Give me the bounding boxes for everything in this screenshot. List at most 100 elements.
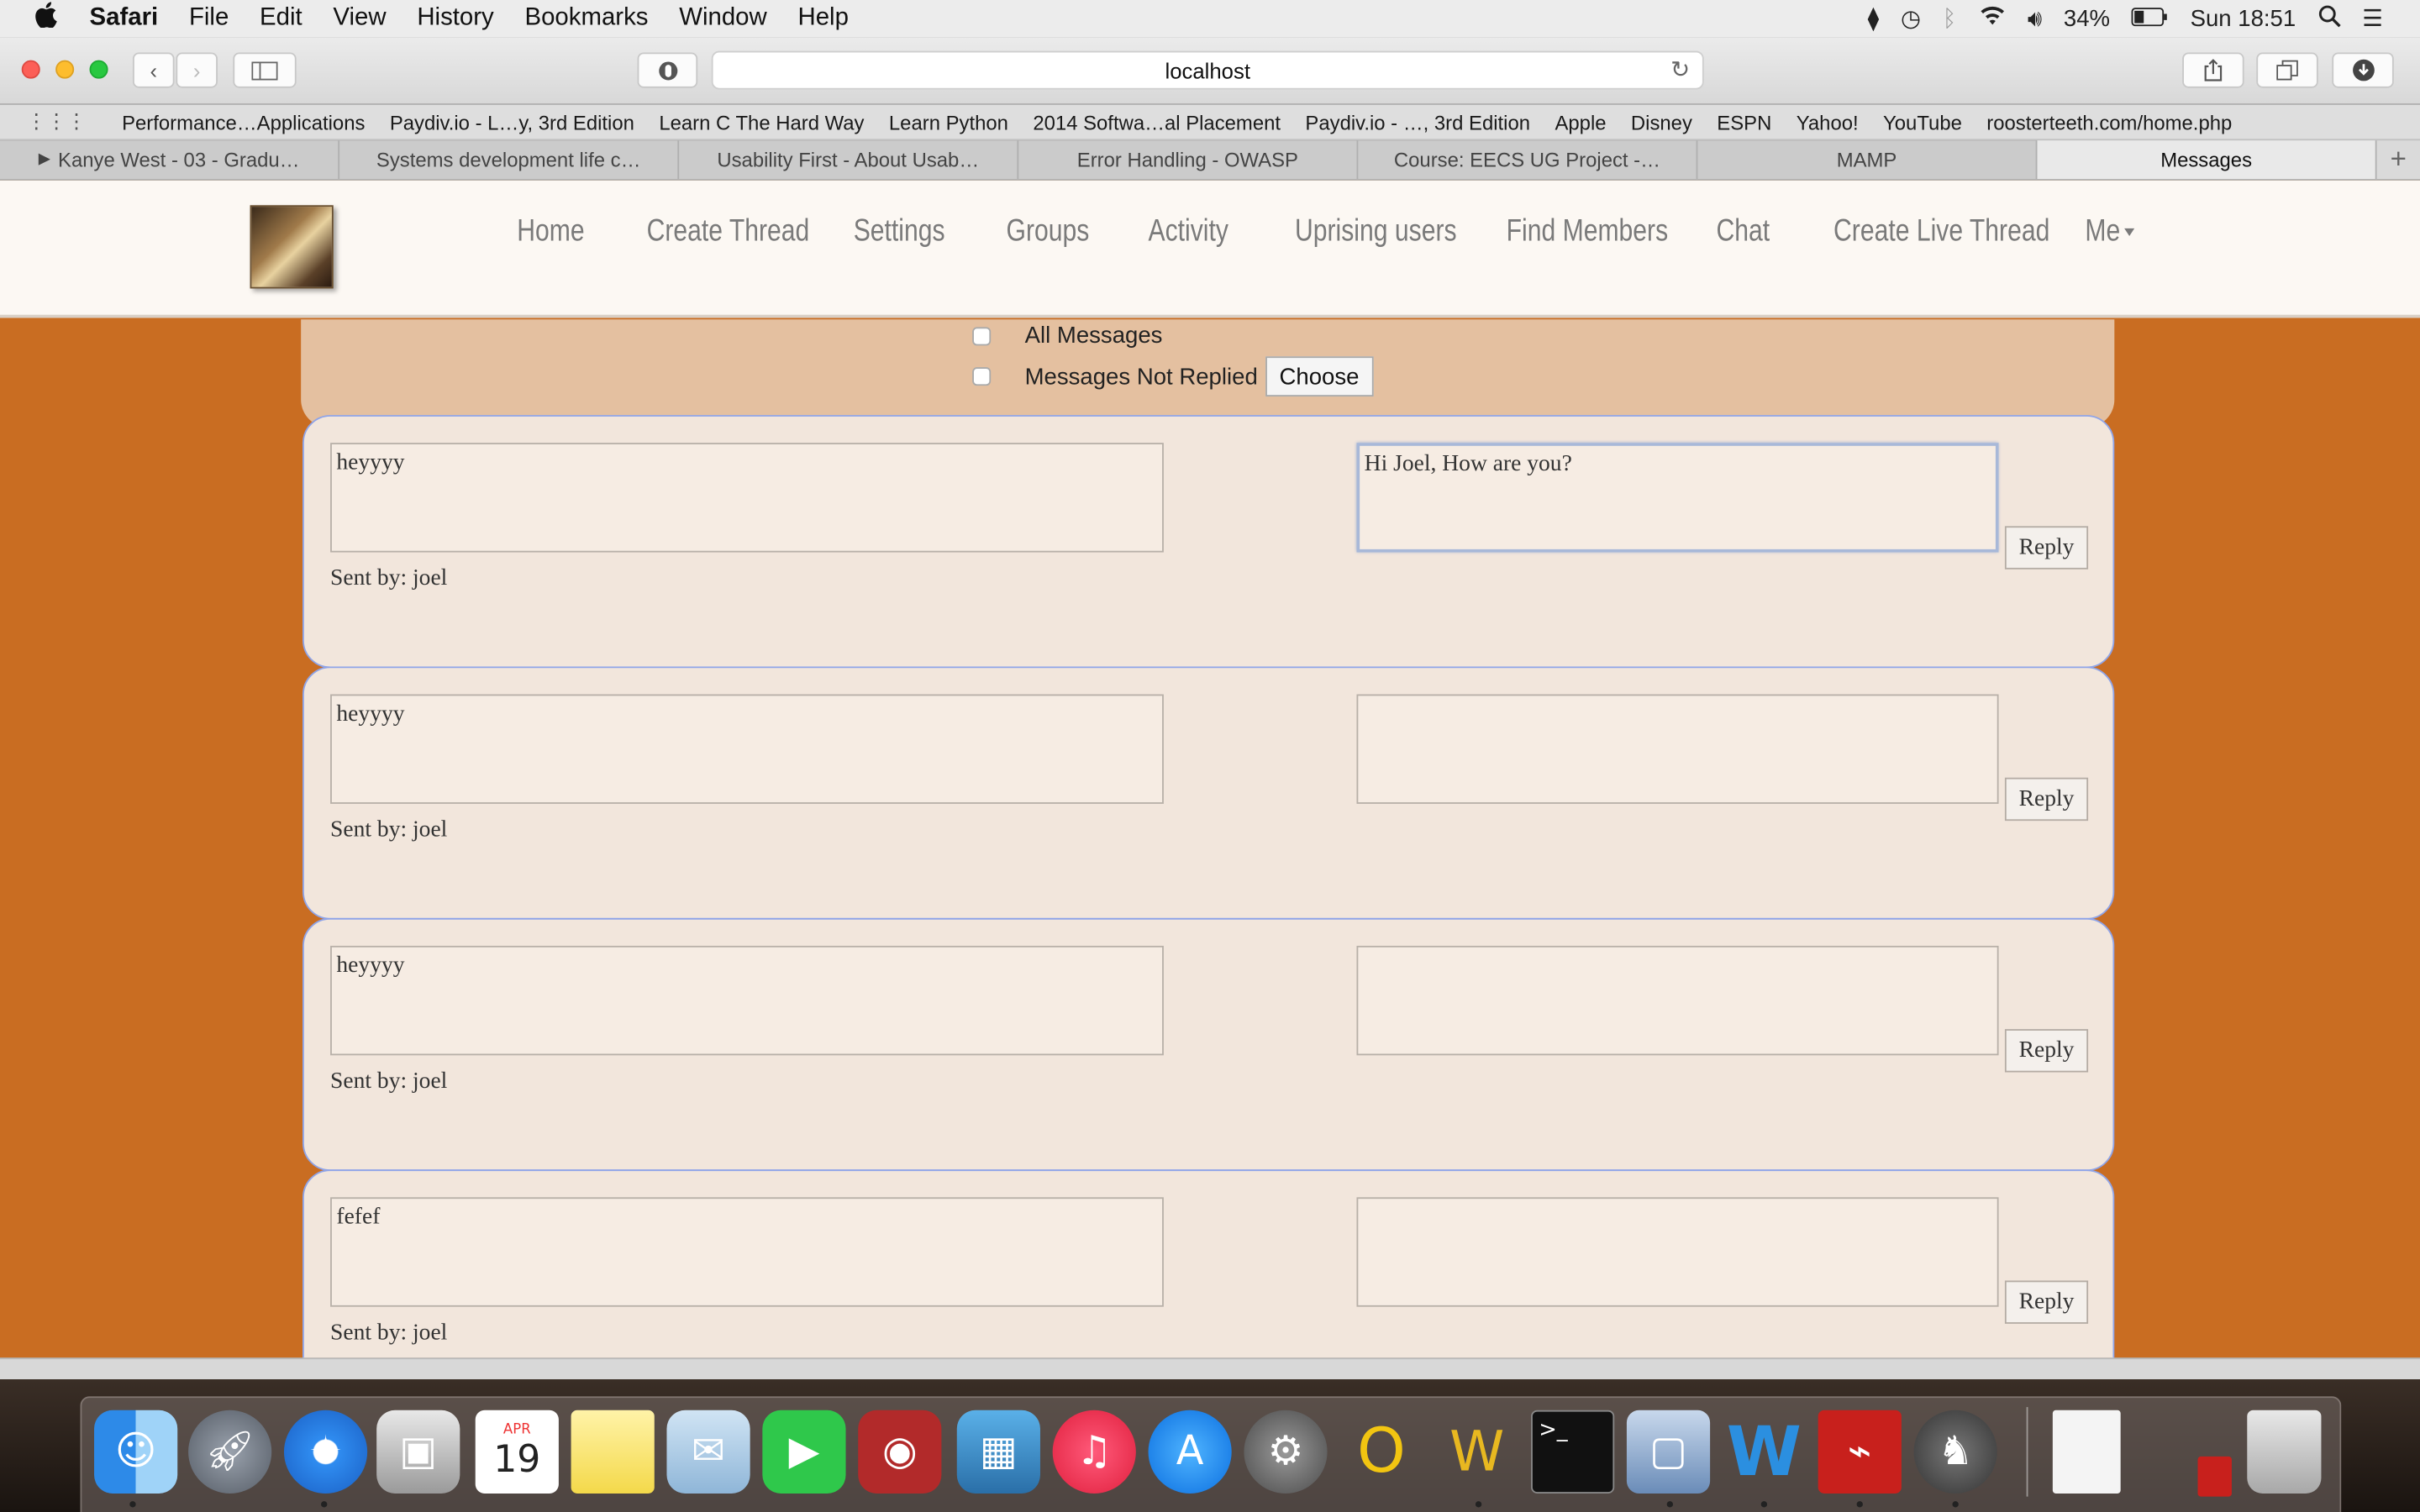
menu-file[interactable]: File bbox=[189, 5, 229, 33]
privacy-button[interactable] bbox=[637, 52, 698, 88]
reply-textarea[interactable] bbox=[1356, 694, 1999, 804]
app-store-icon[interactable]: A bbox=[1148, 1410, 1232, 1494]
menu-help[interactable]: Help bbox=[797, 5, 848, 33]
favorite-link[interactable]: 2014 Softwa…al Placement bbox=[1033, 110, 1281, 134]
address-bar[interactable]: localhost ↻ bbox=[711, 50, 1704, 90]
notes-icon[interactable] bbox=[571, 1410, 655, 1494]
mamp-icon[interactable]: ♞ bbox=[1913, 1410, 1997, 1494]
document-icon[interactable] bbox=[2052, 1410, 2121, 1494]
tab-kanye-west[interactable]: ▶ Kanye West - 03 - Gradu… bbox=[0, 140, 340, 180]
finder-icon[interactable]: ☺ bbox=[94, 1410, 178, 1494]
nav-create-thread[interactable]: Create Thread bbox=[647, 214, 810, 249]
reply-button[interactable]: Reply bbox=[2004, 526, 2089, 570]
downloads-button[interactable] bbox=[2332, 52, 2394, 88]
menu-bookmarks[interactable]: Bookmarks bbox=[524, 5, 648, 33]
reply-button[interactable]: Reply bbox=[2004, 777, 2089, 822]
photo-booth-icon[interactable]: ◉ bbox=[858, 1410, 942, 1494]
avatar[interactable] bbox=[250, 205, 334, 289]
reply-button[interactable]: Reply bbox=[2004, 1280, 2089, 1324]
tab-usability-first[interactable]: Usability First - About Usab… bbox=[679, 140, 1019, 180]
word-icon[interactable]: W bbox=[1723, 1410, 1806, 1494]
virtualbox-icon[interactable]: ▢ bbox=[1626, 1410, 1711, 1494]
nav-create-live-thread[interactable]: Create Live Thread bbox=[1833, 214, 2049, 249]
favorite-link[interactable]: Learn Python bbox=[889, 110, 1008, 134]
nav-uprising-users[interactable]: Uprising users bbox=[1295, 214, 1457, 249]
apple-menu-icon[interactable] bbox=[34, 2, 58, 35]
sidebar-toggle-button[interactable] bbox=[233, 52, 297, 88]
favorite-link[interactable]: Disney bbox=[1631, 110, 1692, 134]
menu-edit[interactable]: Edit bbox=[260, 5, 302, 33]
zoom-window-button[interactable] bbox=[89, 60, 108, 79]
menu-history[interactable]: History bbox=[417, 5, 493, 33]
opera-icon[interactable]: O bbox=[1339, 1410, 1423, 1494]
dropbox-icon[interactable]: ⧫ bbox=[1868, 5, 1880, 32]
menu-app-name[interactable]: Safari bbox=[90, 5, 159, 33]
notification-center-icon[interactable]: ☰ bbox=[2362, 5, 2383, 32]
volume-icon[interactable]: 🔊︎ bbox=[2028, 5, 2042, 31]
favorite-link[interactable]: YouTube bbox=[1883, 110, 1962, 134]
favorite-link[interactable]: ESPN bbox=[1717, 110, 1771, 134]
show-all-tabs-button[interactable] bbox=[2256, 52, 2318, 88]
safari-icon[interactable]: ✦ bbox=[283, 1410, 368, 1494]
choose-button[interactable]: Choose bbox=[1265, 356, 1374, 397]
reply-textarea[interactable] bbox=[1356, 945, 1999, 1056]
favorite-link[interactable]: Performance…Applications bbox=[122, 110, 365, 134]
itunes-icon[interactable]: ♫ bbox=[1052, 1410, 1136, 1494]
nav-me-dropdown[interactable]: Me bbox=[2085, 214, 2134, 249]
launchpad-icon[interactable]: 🚀︎ bbox=[188, 1410, 272, 1494]
tab-mamp[interactable]: MAMP bbox=[1697, 140, 2038, 180]
nav-settings[interactable]: Settings bbox=[854, 214, 945, 249]
pdf-icon[interactable] bbox=[2197, 1456, 2232, 1497]
winrar-icon[interactable]: W bbox=[1435, 1410, 1518, 1494]
favorite-link[interactable]: Paydiv.io - …, 3rd Edition bbox=[1305, 110, 1530, 134]
reply-textarea[interactable] bbox=[1356, 1197, 1999, 1307]
acrobat-icon[interactable]: ⌁ bbox=[1818, 1410, 1902, 1494]
tab-systems-development[interactable]: Systems development life c… bbox=[339, 140, 680, 180]
tab-messages[interactable]: Messages bbox=[2037, 140, 2377, 180]
new-tab-button[interactable]: + bbox=[2376, 140, 2420, 180]
forward-button[interactable]: › bbox=[176, 52, 218, 88]
iphoto-icon[interactable]: ▦ bbox=[956, 1410, 1040, 1494]
favorite-link[interactable]: Learn C The Hard Way bbox=[659, 110, 864, 134]
nav-groups[interactable]: Groups bbox=[1007, 214, 1090, 249]
not-replied-checkbox[interactable] bbox=[972, 367, 992, 386]
tab-label: Usability First - About Usab… bbox=[717, 148, 980, 171]
back-button[interactable]: ‹ bbox=[132, 52, 175, 88]
favorite-link[interactable]: Yahoo! bbox=[1797, 110, 1859, 134]
nav-find-members[interactable]: Find Members bbox=[1507, 214, 1669, 249]
system-preferences-icon[interactable]: ⚙ bbox=[1244, 1410, 1328, 1494]
reload-icon[interactable]: ↻ bbox=[1670, 55, 1690, 83]
time-machine-icon[interactable]: ◷ bbox=[1901, 5, 1921, 32]
favorite-link[interactable]: Paydiv.io - L…y, 3rd Edition bbox=[390, 110, 634, 134]
calendar-day: 19 bbox=[493, 1437, 541, 1482]
bluetooth-icon[interactable]: ᛒ bbox=[1943, 5, 1957, 31]
spotlight-icon[interactable] bbox=[2317, 4, 2341, 34]
menu-view[interactable]: View bbox=[333, 5, 386, 33]
tab-eecs-course[interactable]: Course: EECS UG Project -… bbox=[1358, 140, 1698, 180]
reply-textarea[interactable]: Hi Joel, How are you? bbox=[1356, 443, 1999, 553]
mail-icon[interactable]: ✉ bbox=[666, 1410, 750, 1494]
clock[interactable]: Sun 18:51 bbox=[2191, 5, 2296, 31]
tab-error-handling[interactable]: Error Handling - OWASP bbox=[1018, 140, 1359, 180]
wifi-icon[interactable] bbox=[1978, 5, 2006, 33]
preview-icon[interactable]: ▣ bbox=[376, 1410, 460, 1494]
minimize-window-button[interactable] bbox=[55, 60, 75, 79]
horizontal-scrollbar[interactable] bbox=[0, 1357, 2420, 1380]
top-sites-grid-icon[interactable]: ⋮⋮⋮ bbox=[26, 109, 87, 134]
terminal-icon[interactable]: >_ bbox=[1531, 1410, 1615, 1494]
nav-home[interactable]: Home bbox=[517, 214, 584, 249]
reply-button[interactable]: Reply bbox=[2004, 1029, 2089, 1073]
facetime-icon[interactable]: ▶ bbox=[762, 1410, 846, 1494]
favorite-link[interactable]: roosterteeth.com/home.php bbox=[1986, 110, 2232, 134]
battery-percent: 34% bbox=[2063, 5, 2111, 32]
all-messages-checkbox[interactable] bbox=[972, 326, 992, 345]
share-button[interactable] bbox=[2182, 52, 2244, 88]
trash-icon[interactable] bbox=[2247, 1410, 2322, 1494]
battery-icon[interactable] bbox=[2131, 5, 2169, 31]
menu-window[interactable]: Window bbox=[679, 5, 767, 33]
calendar-icon[interactable]: APR 19 bbox=[475, 1410, 559, 1494]
favorite-link[interactable]: Apple bbox=[1555, 110, 1606, 134]
close-window-button[interactable] bbox=[21, 60, 40, 79]
nav-activity[interactable]: Activity bbox=[1149, 214, 1228, 249]
nav-chat[interactable]: Chat bbox=[1716, 214, 1770, 249]
